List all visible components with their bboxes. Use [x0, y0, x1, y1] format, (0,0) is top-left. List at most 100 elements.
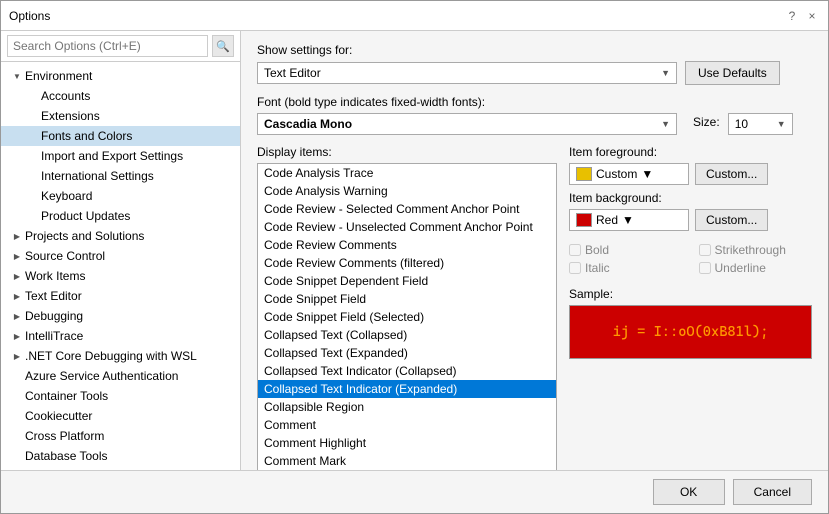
search-icon[interactable]: 🔍	[212, 35, 234, 57]
list-item[interactable]: Code Review - Selected Comment Anchor Po…	[258, 200, 556, 218]
sample-label: Sample:	[569, 287, 812, 301]
bold-checkbox[interactable]	[569, 244, 581, 256]
item-background-label: Item background:	[569, 191, 812, 205]
tree-item-net-core-debugging[interactable]: ▶ .NET Core Debugging with WSL	[1, 346, 240, 366]
list-item[interactable]: Comment Highlight	[258, 434, 556, 452]
list-item[interactable]: Comment Mark	[258, 452, 556, 470]
list-item[interactable]: Collapsed Text Indicator (Collapsed)	[258, 362, 556, 380]
search-input[interactable]	[7, 35, 208, 57]
item-background-row: Red ▼ Custom...	[569, 209, 812, 231]
tree-item-azure-auth[interactable]: Azure Service Authentication	[1, 366, 240, 386]
sample-box: ij = I::oO(0xB81l);	[569, 305, 812, 359]
tree-item-product-updates[interactable]: Product Updates	[1, 206, 240, 226]
tree-item-projects-solutions[interactable]: ▶ Projects and Solutions	[1, 226, 240, 246]
list-item[interactable]: Code Analysis Warning	[258, 182, 556, 200]
size-label: Size:	[693, 115, 720, 129]
expand-icon-database-tools	[9, 448, 25, 464]
ok-button[interactable]: OK	[653, 479, 725, 505]
title-bar: Options ? ×	[1, 1, 828, 31]
tree-item-container-tools[interactable]: Container Tools	[1, 386, 240, 406]
tree-item-label-intellitrace: IntelliTrace	[25, 329, 236, 343]
list-item[interactable]: Code Snippet Field	[258, 290, 556, 308]
font-chevron: ▼	[661, 119, 670, 129]
tree-item-label-accounts: Accounts	[41, 89, 236, 103]
bold-checkbox-item: Bold	[569, 243, 683, 257]
right-controls: Item foreground: Custom ▼ Custom...	[569, 145, 812, 470]
right-panel: Show settings for: Text Editor ▼ Use Def…	[241, 31, 828, 470]
tree-item-cross-platform[interactable]: Cross Platform	[1, 426, 240, 446]
tree-item-fonts-colors[interactable]: Fonts and Colors	[1, 126, 240, 146]
foreground-custom-button[interactable]: Custom...	[695, 163, 768, 185]
list-item[interactable]: Collapsed Text (Collapsed)	[258, 326, 556, 344]
expand-icon-fonts-colors	[25, 128, 41, 144]
show-settings-select[interactable]: Text Editor ▼	[257, 62, 677, 84]
underline-checkbox[interactable]	[699, 262, 711, 274]
tree-item-label-cross-platform: Cross Platform	[25, 429, 236, 443]
tree-item-intl-settings[interactable]: International Settings	[1, 166, 240, 186]
tree-item-cookiecutter[interactable]: Cookiecutter	[1, 406, 240, 426]
underline-label: Underline	[715, 261, 766, 275]
expand-icon-import-export	[25, 148, 41, 164]
tree-item-accounts[interactable]: Accounts	[1, 86, 240, 106]
tree-item-label-text-editor: Text Editor	[25, 289, 236, 303]
list-item-selected[interactable]: Collapsed Text Indicator (Expanded)	[258, 380, 556, 398]
strikethrough-checkbox[interactable]	[699, 244, 711, 256]
title-bar-buttons: ? ×	[784, 8, 820, 24]
expand-icon-intl-settings	[25, 168, 41, 184]
display-items-list[interactable]: Code Analysis Trace Code Analysis Warnin…	[257, 163, 557, 470]
close-button[interactable]: ×	[804, 8, 820, 24]
tree-item-work-items[interactable]: ▶ Work Items	[1, 266, 240, 286]
help-button[interactable]: ?	[784, 8, 800, 24]
item-foreground-select[interactable]: Custom ▼	[569, 163, 689, 185]
italic-checkbox[interactable]	[569, 262, 581, 274]
list-item[interactable]: Code Review Comments (filtered)	[258, 254, 556, 272]
item-background-select[interactable]: Red ▼	[569, 209, 689, 231]
size-select[interactable]: 10 ▼	[728, 113, 793, 135]
list-item[interactable]: Code Review Comments	[258, 236, 556, 254]
tree-item-label-projects-solutions: Projects and Solutions	[25, 229, 236, 243]
cancel-button[interactable]: Cancel	[733, 479, 812, 505]
list-item[interactable]: Collapsed Text (Expanded)	[258, 344, 556, 362]
tree-item-label-net-core-debugging: .NET Core Debugging with WSL	[25, 349, 236, 363]
tree-item-import-export[interactable]: Import and Export Settings	[1, 146, 240, 166]
dialog-body: 🔍 ▼ Environment Accounts Extensions	[1, 31, 828, 470]
list-item[interactable]: Code Review - Unselected Comment Anchor …	[258, 218, 556, 236]
show-settings-value: Text Editor	[264, 66, 321, 80]
background-custom-button[interactable]: Custom...	[695, 209, 768, 231]
tree-item-database-tools[interactable]: Database Tools	[1, 446, 240, 466]
list-item[interactable]: Code Snippet Field (Selected)	[258, 308, 556, 326]
bold-label: Bold	[585, 243, 609, 257]
dialog-footer: OK Cancel	[1, 470, 828, 513]
show-settings-chevron: ▼	[661, 68, 670, 78]
strikethrough-checkbox-item: Strikethrough	[699, 243, 813, 257]
tree-item-text-editor[interactable]: ▶ Text Editor	[1, 286, 240, 306]
expand-icon-work-items: ▶	[9, 268, 25, 284]
expand-icon-net-core-debugging: ▶	[9, 348, 25, 364]
expand-icon-text-editor: ▶	[9, 288, 25, 304]
list-item[interactable]: Code Snippet Dependent Field	[258, 272, 556, 290]
tree-item-keyboard[interactable]: Keyboard	[1, 186, 240, 206]
fg-bg-section: Item foreground: Custom ▼ Custom...	[569, 145, 812, 231]
list-item[interactable]: Comment	[258, 416, 556, 434]
tree-item-label-intl-settings: International Settings	[41, 169, 236, 183]
tree-item-source-control[interactable]: ▶ Source Control	[1, 246, 240, 266]
tree-item-label-environment: Environment	[25, 69, 236, 83]
sample-section: Sample: ij = I::oO(0xB81l);	[569, 287, 812, 359]
fg-chevron: ▼	[641, 167, 653, 181]
tree-item-environment[interactable]: ▼ Environment	[1, 66, 240, 86]
item-foreground-label: Item foreground:	[569, 145, 812, 159]
bg-chevron: ▼	[622, 213, 634, 227]
list-item[interactable]: Code Analysis Trace	[258, 164, 556, 182]
options-dialog: Options ? × 🔍 ▼ Environment Accounts	[0, 0, 829, 514]
expand-icon-azure-auth	[9, 368, 25, 384]
tree-item-intellitrace[interactable]: ▶ IntelliTrace	[1, 326, 240, 346]
tree-item-extensions[interactable]: Extensions	[1, 106, 240, 126]
font-select[interactable]: Cascadia Mono ▼	[257, 113, 677, 135]
use-defaults-button[interactable]: Use Defaults	[685, 61, 780, 85]
tree-item-debugging[interactable]: ▶ Debugging	[1, 306, 240, 326]
item-foreground-section: Item foreground: Custom ▼ Custom...	[569, 145, 812, 185]
list-item[interactable]: Collapsible Region	[258, 398, 556, 416]
show-settings-section: Show settings for: Text Editor ▼ Use Def…	[257, 43, 812, 85]
strikethrough-label: Strikethrough	[715, 243, 786, 257]
expand-icon-environment: ▼	[9, 68, 25, 84]
